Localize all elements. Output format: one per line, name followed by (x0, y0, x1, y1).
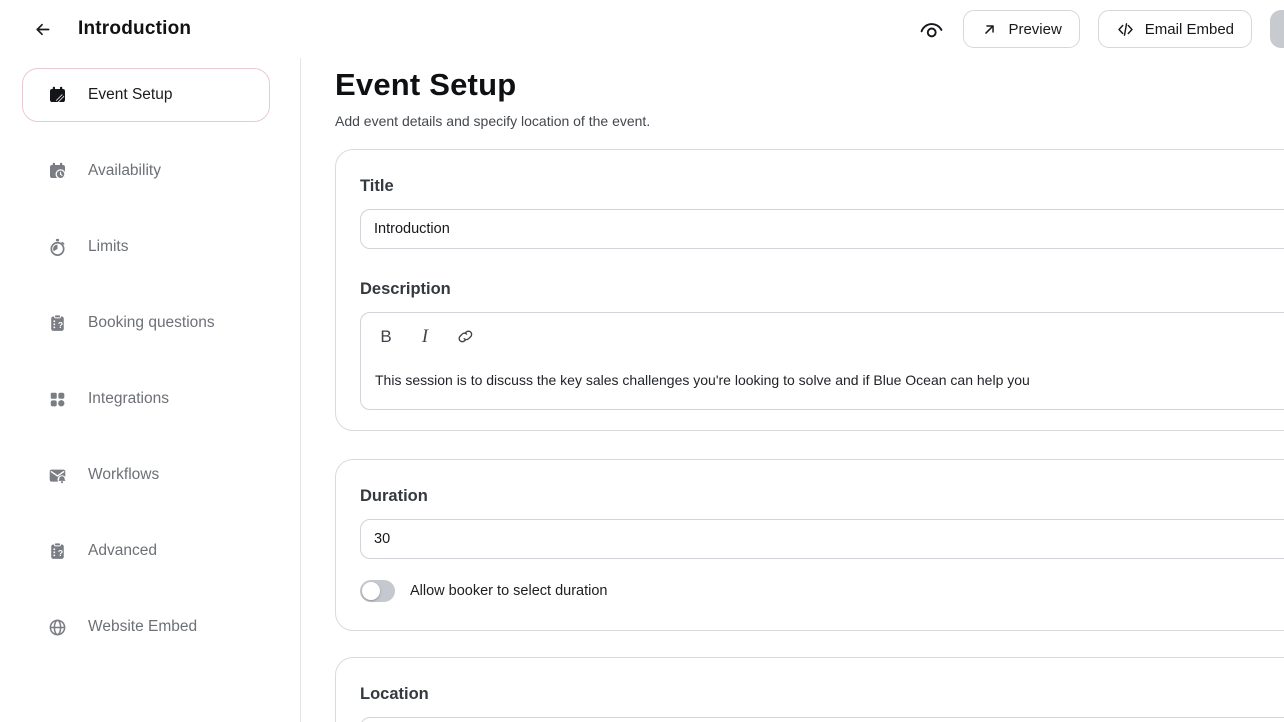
sidebar-item-label: Availability (88, 162, 161, 180)
calendar-edit-icon (48, 86, 67, 105)
email-embed-button-label: Email Embed (1145, 21, 1234, 38)
preview-button[interactable]: Preview (963, 10, 1079, 48)
visibility-toggle-button[interactable] (917, 15, 945, 43)
sidebar-item-label: Website Embed (88, 618, 197, 636)
main-content: Event Setup Add event details and specif… (301, 58, 1284, 722)
sidebar-item-label: Advanced (88, 542, 157, 560)
arrow-left-icon (32, 19, 53, 40)
clipboard-question-icon: ? (48, 542, 67, 561)
sidebar-item-event-setup[interactable]: Event Setup (22, 68, 270, 122)
title-label: Title (360, 176, 1284, 197)
allow-booker-duration-toggle[interactable] (360, 580, 395, 602)
sidebar-item-label: Limits (88, 238, 128, 256)
duration-label: Duration (360, 486, 1284, 507)
duration-toggle-label: Allow booker to select duration (410, 583, 607, 599)
editor-toolbar: B I (375, 326, 1284, 348)
stopwatch-icon (48, 238, 67, 257)
event-details-card: Title Description B I This session is to… (335, 149, 1284, 431)
save-button-cutoff[interactable] (1270, 10, 1284, 48)
section-heading: Event Setup (335, 66, 1284, 104)
sidebar-item-label: Workflows (88, 466, 159, 484)
svg-text:?: ? (58, 319, 63, 329)
description-label: Description (360, 279, 1284, 300)
location-input[interactable] (360, 717, 1284, 722)
sidebar-item-label: Event Setup (88, 86, 172, 104)
sidebar: Event Setup Availability (0, 58, 301, 722)
header: Introduction Preview (0, 0, 1284, 58)
location-card: Location (335, 657, 1284, 722)
arrow-up-right-icon (981, 21, 998, 38)
toggle-knob (362, 582, 380, 600)
section-subheading: Add event details and specify location o… (335, 113, 1284, 129)
back-button[interactable] (30, 17, 54, 41)
description-editor[interactable]: B I This session is to discuss the key s… (360, 312, 1284, 410)
link-icon[interactable] (457, 326, 476, 348)
sidebar-item-label: Integrations (88, 390, 169, 408)
duration-card: Duration Allow booker to select duration (335, 459, 1284, 631)
location-label: Location (360, 684, 1284, 705)
email-embed-button[interactable]: Email Embed (1098, 10, 1252, 48)
bold-icon[interactable]: B (379, 326, 393, 348)
sidebar-item-integrations[interactable]: Integrations (22, 372, 270, 426)
sidebar-item-advanced[interactable]: ? Advanced (22, 524, 270, 578)
sidebar-item-website-embed[interactable]: Website Embed (22, 600, 270, 654)
title-input[interactable] (360, 209, 1284, 249)
preview-button-label: Preview (1008, 21, 1061, 38)
content-layout: Event Setup Availability (0, 58, 1284, 722)
duration-toggle-row: Allow booker to select duration (360, 580, 1284, 602)
calendar-clock-icon (48, 162, 67, 181)
description-text[interactable]: This session is to discuss the key sales… (375, 371, 1284, 390)
eye-icon (918, 16, 945, 43)
svg-text:?: ? (58, 547, 63, 557)
sidebar-item-booking-questions[interactable]: ? Booking questions (22, 296, 270, 350)
grid-apps-icon (48, 390, 67, 409)
mail-bell-icon (48, 466, 67, 485)
italic-icon[interactable]: I (418, 326, 432, 348)
code-brackets-icon (1116, 20, 1135, 39)
sidebar-item-workflows[interactable]: Workflows (22, 448, 270, 502)
duration-input[interactable] (360, 519, 1284, 559)
sidebar-item-availability[interactable]: Availability (22, 144, 270, 198)
page-title: Introduction (78, 18, 191, 40)
sidebar-item-limits[interactable]: Limits (22, 220, 270, 274)
header-actions: Preview Email Embed (917, 10, 1284, 48)
globe-icon (48, 618, 67, 637)
sidebar-item-label: Booking questions (88, 314, 215, 332)
clipboard-question-icon: ? (48, 314, 67, 333)
